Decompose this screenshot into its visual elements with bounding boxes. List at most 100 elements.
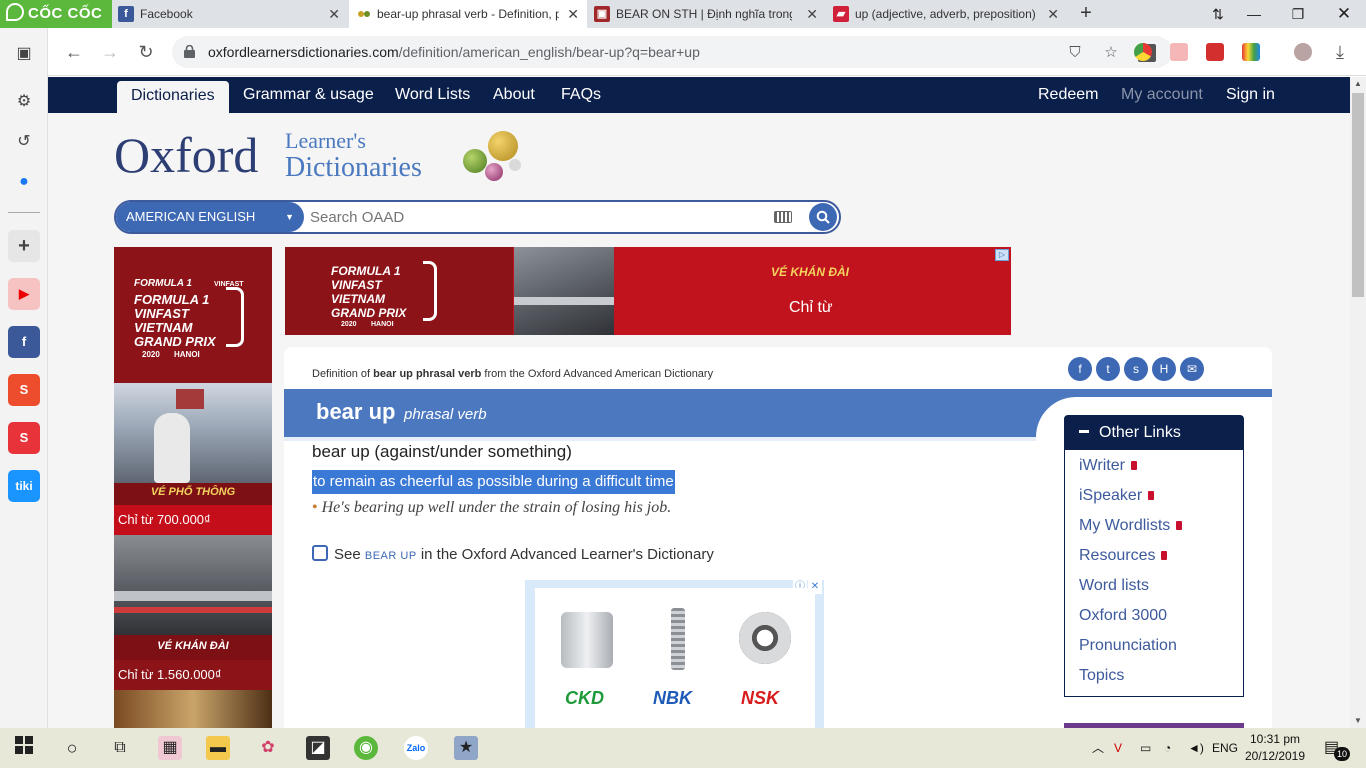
- language-indicator[interactable]: ENG: [1212, 728, 1238, 768]
- see-prefix: See: [334, 546, 365, 563]
- paint-app-icon[interactable]: ✿: [256, 736, 280, 760]
- see-also-link[interactable]: BEAR UP: [365, 550, 417, 562]
- shield-icon[interactable]: ⛉: [1066, 44, 1084, 62]
- link-label: Resources: [1079, 547, 1156, 564]
- reload-button[interactable]: ↻: [134, 40, 158, 64]
- color-extension-icon[interactable]: [1242, 43, 1260, 61]
- history-icon[interactable]: ↺: [14, 132, 34, 152]
- email-share-icon[interactable]: ✉: [1180, 357, 1204, 381]
- scroll-down-icon[interactable]: ▼: [1350, 714, 1366, 728]
- address-bar[interactable]: oxfordlearnersdictionaries.com/definitio…: [172, 36, 1172, 68]
- link-oxford-3000[interactable]: Oxford 3000: [1079, 607, 1167, 625]
- search-button[interactable]: [809, 203, 837, 231]
- link-pronunciation[interactable]: Pronunciation: [1079, 637, 1177, 655]
- tab-merriam[interactable]: ▰ up (adjective, adverb, preposition) ✕: [827, 0, 1067, 28]
- nav-faqs[interactable]: FAQs: [561, 77, 601, 113]
- ad-ticket-label: VÉ KHÁN ĐÀI: [771, 265, 850, 279]
- phrasal-form: bear up (against/under something): [312, 442, 572, 461]
- browser-sidebar: ▣ ⚙ ↺ ● + ▶ f S S tiki: [0, 28, 48, 728]
- page-scrollbar[interactable]: ▲ ▼: [1350, 77, 1366, 728]
- search-circle-icon[interactable]: ○: [60, 736, 84, 760]
- sticky-app-icon[interactable]: ◪: [306, 736, 330, 760]
- messenger-icon[interactable]: ●: [14, 172, 34, 192]
- wifi-icon[interactable]: ◔: [1164, 728, 1171, 768]
- stumbleupon-share-icon[interactable]: s: [1124, 357, 1148, 381]
- close-window-button[interactable]: ✕: [1324, 0, 1364, 28]
- new-tab-button[interactable]: +: [1076, 0, 1096, 28]
- nav-redeem[interactable]: Redeem: [1038, 77, 1098, 113]
- close-tab-icon[interactable]: ✕: [1047, 0, 1059, 28]
- tab-oxford[interactable]: bear-up phrasal verb - Definition, p ✕: [349, 0, 587, 28]
- nav-about[interactable]: About: [493, 77, 535, 113]
- facebook-share-icon[interactable]: f: [1068, 357, 1092, 381]
- sendo-icon[interactable]: S: [8, 422, 40, 454]
- nav-grammar[interactable]: Grammar & usage: [243, 77, 374, 113]
- zalo-icon[interactable]: Zalo: [404, 736, 428, 760]
- other-links-header[interactable]: Other Links: [1065, 416, 1243, 450]
- link-ispeaker[interactable]: iSpeaker: [1079, 487, 1155, 505]
- scroll-thumb[interactable]: [1352, 93, 1364, 297]
- facebook-app-icon[interactable]: f: [8, 326, 40, 358]
- gear-icon[interactable]: ⚙: [14, 92, 34, 112]
- downloads-icon[interactable]: ⤓: [1328, 40, 1352, 64]
- nav-sign-in[interactable]: Sign in: [1226, 77, 1275, 113]
- close-tab-icon[interactable]: ✕: [328, 0, 340, 28]
- task-view-icon[interactable]: ⧉: [108, 736, 132, 760]
- tiki-icon[interactable]: tiki: [8, 470, 40, 502]
- minimize-button[interactable]: —: [1234, 0, 1274, 28]
- ad-photo-track: [114, 535, 272, 635]
- twitter-share-icon[interactable]: t: [1096, 357, 1120, 381]
- system-clock[interactable]: 10:31 pm 20/12/2019: [1240, 731, 1310, 765]
- link-topics[interactable]: Topics: [1079, 667, 1124, 685]
- tab-title: up (adjective, adverb, preposition): [855, 7, 1035, 21]
- tab-cambridge[interactable]: ▣ BEAR ON STH | Định nghĩa trong T ✕: [588, 0, 826, 28]
- red-extension-icon[interactable]: [1206, 43, 1224, 61]
- youtube-icon[interactable]: ▶: [8, 278, 40, 310]
- see-suffix: in the Oxford Advanced Learner's Diction…: [416, 546, 714, 563]
- battery-icon[interactable]: ▭: [1140, 728, 1151, 768]
- oxford-icon: [355, 6, 371, 22]
- dictionary-select[interactable]: AMERICAN ENGLISH ▼: [116, 202, 304, 232]
- close-tab-icon[interactable]: ✕: [806, 0, 818, 28]
- photos-app-icon[interactable]: ★: [454, 736, 478, 760]
- calculator-app-icon[interactable]: ▦: [158, 736, 182, 760]
- product-ad[interactable]: ⓘ ✕ CKD NBK NSK: [525, 580, 824, 728]
- other-links-title: Other Links: [1099, 424, 1181, 441]
- shopee-icon[interactable]: S: [8, 374, 40, 406]
- link-my-wordlists[interactable]: My Wordlists: [1079, 517, 1183, 535]
- add-app-button[interactable]: +: [8, 230, 40, 262]
- link-word-lists[interactable]: Word lists: [1079, 577, 1149, 595]
- url-text: oxfordlearnersdictionaries.com/definitio…: [208, 36, 700, 68]
- adblock-icon[interactable]: [1170, 43, 1188, 61]
- forward-button[interactable]: →: [98, 40, 122, 64]
- close-tab-icon[interactable]: ✕: [567, 0, 579, 28]
- top-ad-banner[interactable]: ▷ FORMULA 1 VINFAST VIETNAM GRAND PRIX 2…: [285, 247, 1011, 335]
- search-input[interactable]: [310, 202, 760, 232]
- brand-name: CỐC CỐC: [28, 5, 103, 22]
- chrome-ext-icon[interactable]: [1134, 43, 1152, 61]
- keyboard-icon[interactable]: [774, 211, 792, 223]
- nav-my-account[interactable]: My account: [1121, 77, 1203, 113]
- tab-facebook[interactable]: f Facebook ✕: [112, 0, 348, 28]
- windows-start-icon[interactable]: [12, 736, 36, 760]
- scroll-up-icon[interactable]: ▲: [1350, 77, 1366, 91]
- profile-avatar[interactable]: [1294, 43, 1312, 61]
- maximize-button[interactable]: ❐: [1278, 0, 1318, 28]
- adchoices-icon[interactable]: ▷: [995, 249, 1009, 261]
- star-icon[interactable]: ☆: [1102, 44, 1120, 62]
- link-iwriter[interactable]: iWriter: [1079, 457, 1137, 475]
- vietkey-icon[interactable]: V: [1114, 728, 1122, 768]
- back-button[interactable]: ←: [62, 40, 86, 64]
- nav-dictionaries[interactable]: Dictionaries: [117, 81, 229, 113]
- left-ad-banner[interactable]: ▷ FORMULA 1 VINFAST FORMULA 1 VINFAST VI…: [114, 247, 272, 728]
- file-explorer-icon[interactable]: ▬: [206, 736, 230, 760]
- coccoc-logo[interactable]: CỐC CỐC: [0, 0, 112, 28]
- nav-word-lists[interactable]: Word Lists: [395, 77, 470, 113]
- coccoc-taskbar-icon[interactable]: ◉: [354, 736, 378, 760]
- show-hidden-icons[interactable]: ︿: [1092, 728, 1104, 768]
- digg-share-icon[interactable]: H: [1152, 357, 1176, 381]
- tab-search-icon[interactable]: ⇅: [1198, 0, 1238, 28]
- link-resources[interactable]: Resources: [1079, 547, 1168, 565]
- volume-icon[interactable]: ◄): [1188, 728, 1204, 768]
- sidebar-toggle-icon[interactable]: ▣: [14, 44, 34, 64]
